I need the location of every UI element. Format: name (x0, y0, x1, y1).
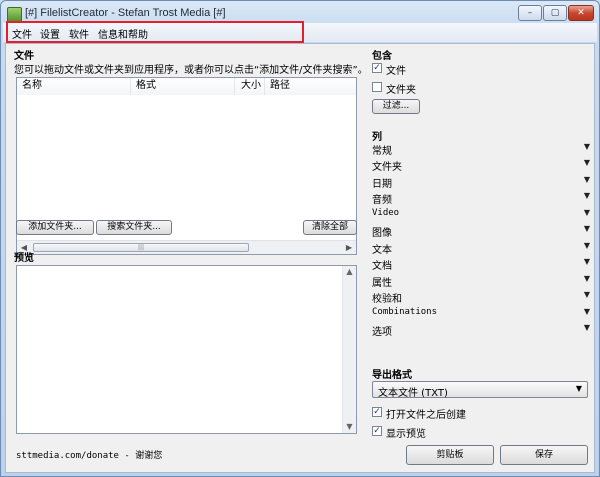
export-format-value: 文本文件 (TXT) (378, 388, 448, 399)
app-window: [#] FilelistCreator - Stefan Trost Media… (0, 0, 600, 477)
column-group-combinations[interactable]: Combinations ▼ (372, 307, 590, 321)
column-group-label: 图像 (372, 228, 392, 239)
chevron-down-icon: ▼ (583, 274, 590, 283)
column-group-label: 校验和 (372, 294, 402, 305)
column-group-label: 文档 (372, 261, 392, 272)
window-title: [#] FilelistCreator - Stefan Trost Media… (25, 7, 226, 19)
maximize-button[interactable]: ▢ (543, 5, 567, 21)
save-button[interactable]: 保存 (500, 445, 588, 465)
column-header-path[interactable]: 路径 (265, 78, 356, 95)
chevron-down-icon: ▼ (583, 323, 590, 332)
column-group-attributes[interactable]: 属性 ▼ (372, 274, 590, 289)
add-folder-button[interactable]: 添加文件夹... (16, 220, 94, 235)
chevron-down-icon: ▼ (583, 142, 590, 151)
open-after-create-checkbox[interactable]: ✓ (372, 407, 382, 417)
column-group-video[interactable]: Video ▼ (372, 208, 590, 222)
column-group-document[interactable]: 文档 ▼ (372, 257, 590, 272)
clear-all-button[interactable]: 清除全部 (303, 220, 357, 235)
horizontal-scrollbar[interactable]: ◀ ||| ▶ (17, 240, 356, 254)
include-files-label: 文件 (386, 66, 406, 77)
chevron-down-icon: ▼ (583, 158, 590, 167)
menu-info-help[interactable]: 信息和帮助 (97, 26, 149, 41)
files-hint: 您可以拖动文件或文件夹到应用程序，或者你可以点击“添加文件/文件夹搜索”。 (14, 65, 368, 76)
column-group-label: 选项 (372, 327, 392, 338)
include-folders-label: 文件夹 (386, 85, 416, 96)
open-after-create-label: 打开文件之后创建 (386, 410, 466, 421)
menu-settings[interactable]: 设置 (39, 26, 61, 41)
clipboard-button[interactable]: 剪贴板 (406, 445, 494, 465)
export-heading: 导出格式 (372, 370, 412, 381)
columns-heading: 列 (372, 132, 382, 143)
close-button[interactable]: ✕ (568, 5, 594, 21)
main-panel: 文件 您可以拖动文件或文件夹到应用程序，或者你可以点击“添加文件/文件夹搜索”。… (5, 43, 595, 473)
preview-area[interactable]: ▲ ▼ (16, 265, 357, 434)
preview-heading: 预览 (14, 253, 34, 264)
column-group-text[interactable]: 文本 ▼ (372, 241, 590, 256)
chevron-down-icon: ▼ (583, 257, 590, 266)
column-group-general[interactable]: 常规 ▼ (372, 142, 590, 157)
search-folder-button[interactable]: 搜索文件夹... (96, 220, 172, 235)
column-group-options[interactable]: 选项 ▼ (372, 323, 590, 338)
chevron-down-icon: ▼ (583, 175, 590, 184)
chevron-down-icon: ▼ (583, 241, 590, 250)
menu-bar: 文件 设置 软件 信息和帮助 (3, 23, 597, 42)
checkmark-icon: ✓ (373, 63, 381, 73)
scroll-thumb[interactable]: ||| (33, 243, 249, 252)
column-group-date[interactable]: 日期 ▼ (372, 175, 590, 190)
export-format-select[interactable]: 文本文件 (TXT) ▼ (372, 381, 588, 399)
column-group-label: Video (372, 208, 400, 218)
scroll-right-icon[interactable]: ▶ (342, 241, 356, 254)
column-group-checksum[interactable]: 校验和 ▼ (372, 290, 590, 305)
scroll-down-icon[interactable]: ▼ (343, 421, 356, 433)
vertical-scrollbar[interactable]: ▲ ▼ (342, 266, 356, 433)
include-folders-checkbox[interactable] (372, 82, 382, 92)
column-group-label: 日期 (372, 179, 392, 190)
column-group-folder[interactable]: 文件夹 ▼ (372, 158, 590, 173)
column-group-label: 文本 (372, 245, 392, 256)
column-header-name[interactable]: 名称 (17, 78, 131, 95)
show-preview-checkbox[interactable]: ✓ (372, 426, 382, 436)
menu-software[interactable]: 软件 (68, 26, 90, 41)
column-group-label: Combinations (372, 307, 438, 317)
app-icon (7, 7, 22, 23)
chevron-down-icon: ▼ (583, 290, 590, 299)
column-header-size[interactable]: 大小 (235, 78, 265, 95)
filter-button[interactable]: 过滤... (372, 99, 420, 114)
minimize-button[interactable]: – (518, 5, 542, 21)
column-group-label: 文件夹 (372, 162, 402, 173)
column-group-label: 常规 (372, 146, 392, 157)
column-group-audio[interactable]: 音频 ▼ (372, 191, 590, 206)
files-heading: 文件 (14, 51, 34, 62)
include-files-checkbox[interactable]: ✓ (372, 63, 382, 73)
column-header-format[interactable]: 格式 (131, 78, 235, 95)
chevron-down-icon: ▼ (583, 224, 590, 233)
checkmark-icon: ✓ (373, 426, 381, 436)
menu-file[interactable]: 文件 (11, 26, 33, 41)
chevron-down-icon: ▼ (575, 384, 582, 393)
scroll-up-icon[interactable]: ▲ (343, 266, 356, 278)
chevron-down-icon: ▼ (583, 208, 590, 217)
chevron-down-icon: ▼ (583, 307, 590, 316)
chevron-down-icon: ▼ (583, 191, 590, 200)
show-preview-label: 显示预览 (386, 429, 426, 440)
column-group-image[interactable]: 图像 ▼ (372, 224, 590, 239)
column-group-label: 音频 (372, 195, 392, 206)
column-group-label: 属性 (372, 278, 392, 289)
checkmark-icon: ✓ (373, 407, 381, 417)
donate-link[interactable]: sttmedia.com/donate - 谢谢您 (16, 448, 162, 461)
include-heading: 包含 (372, 51, 392, 62)
